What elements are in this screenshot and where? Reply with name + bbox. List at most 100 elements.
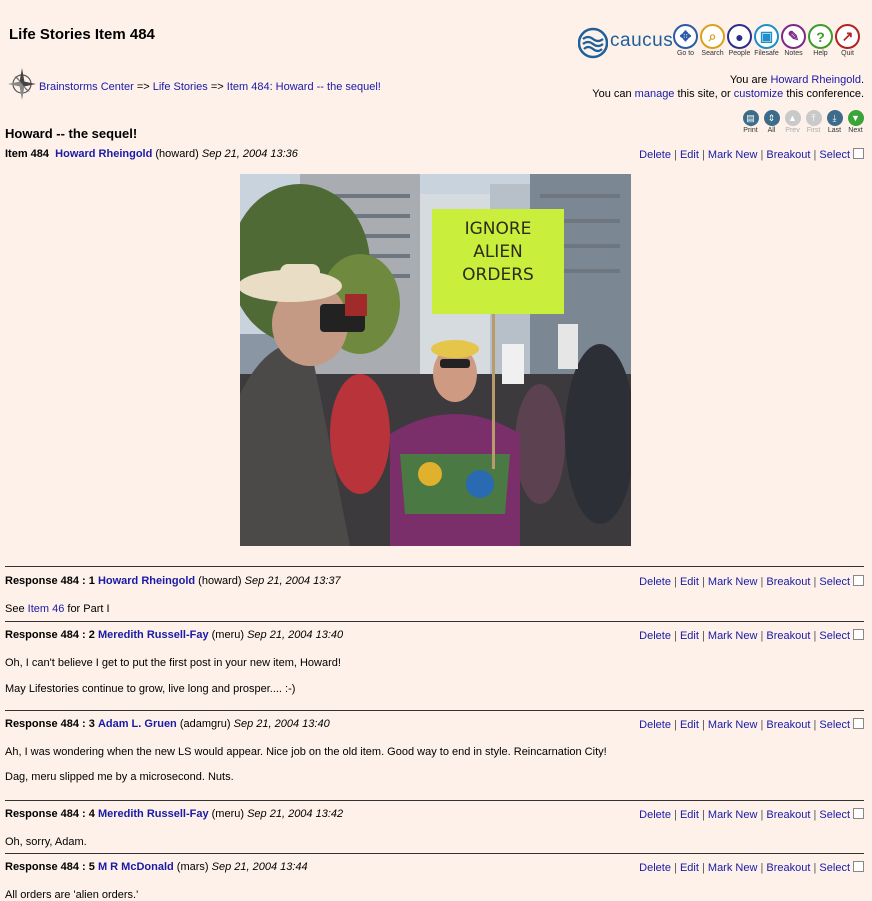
mark-new-link[interactable]: Mark New — [708, 149, 758, 161]
toolbar-search-button[interactable]: ⌕ Search — [699, 24, 726, 57]
edit-link[interactable]: Edit — [680, 576, 699, 588]
response-author-link[interactable]: Meredith Russell-Fay — [98, 629, 209, 641]
nav-last-button[interactable]: ⤓ Last — [824, 110, 845, 134]
user-name-link[interactable]: Howard Rheingold — [770, 74, 861, 86]
edit-link[interactable]: Edit — [680, 862, 699, 874]
mark-new-link[interactable]: Mark New — [708, 576, 758, 588]
select-checkbox[interactable] — [853, 718, 864, 729]
response-userid: (howard) — [198, 575, 242, 587]
breakout-link[interactable]: Breakout — [766, 630, 810, 642]
delete-link[interactable]: Delete — [639, 719, 671, 731]
delete-link[interactable]: Delete — [639, 576, 671, 588]
delete-link[interactable]: Delete — [639, 149, 671, 161]
nav-label: Print — [743, 127, 758, 134]
edit-link[interactable]: Edit — [680, 630, 699, 642]
toolbar-filesafe-button[interactable]: ▣ Filesafe — [753, 24, 780, 57]
delete-link[interactable]: Delete — [639, 809, 671, 821]
action-separator: | — [813, 576, 817, 588]
toolbar-notes-button[interactable]: ✎ Notes — [780, 24, 807, 57]
response-author-link[interactable]: Meredith Russell-Fay — [98, 808, 209, 820]
nav-next-button[interactable]: ▼ Next — [845, 110, 866, 134]
action-separator: | — [674, 719, 677, 731]
response-author-link[interactable]: Adam L. Gruen — [98, 718, 177, 730]
action-separator: | — [701, 630, 705, 642]
nav-print-button[interactable]: ▤ Print — [740, 110, 761, 134]
item-author-link[interactable]: Howard Rheingold — [55, 148, 152, 160]
first-icon: ⤒ — [805, 110, 822, 126]
response-text: Oh, sorry, Adam. — [5, 836, 87, 848]
action-separator: | — [674, 809, 677, 821]
breadcrumb-separator: => — [136, 81, 150, 93]
response-text: Dag, meru slipped me by a microsecond. N… — [5, 771, 234, 783]
response-label: Response 484 : 5 — [5, 861, 95, 873]
breakout-link[interactable]: Breakout — [766, 862, 810, 874]
response-header: Response 484 : 2 Meredith Russell-Fay (m… — [5, 629, 864, 643]
response-header: Response 484 : 1 Howard Rheingold (howar… — [5, 575, 864, 589]
response-text: May Lifestories continue to grow, live l… — [5, 683, 295, 695]
you-are-label: You are — [729, 74, 768, 86]
action-separator: | — [674, 862, 677, 874]
delete-link[interactable]: Delete — [639, 630, 671, 642]
action-separator: | — [701, 862, 705, 874]
action-separator: | — [701, 149, 705, 161]
toolbar-people-button[interactable]: ● People — [726, 24, 753, 57]
select-checkbox[interactable] — [853, 148, 864, 159]
mark-new-link[interactable]: Mark New — [708, 719, 758, 731]
user-info: You are Howard Rheingold. You can manage… — [592, 73, 864, 101]
toolbar-help-button[interactable]: ? Help — [807, 24, 834, 57]
response-actions: Delete | Edit | Mark New | Breakout | Se… — [639, 629, 864, 642]
breakout-link[interactable]: Breakout — [766, 719, 810, 731]
response-author-link[interactable]: M R McDonald — [98, 861, 174, 873]
toolbar-goto-button[interactable]: ✥ Go to — [672, 24, 699, 57]
breakout-link[interactable]: Breakout — [766, 576, 810, 588]
mark-new-link[interactable]: Mark New — [708, 809, 758, 821]
action-separator: | — [674, 630, 677, 642]
select-link[interactable]: Select — [819, 630, 850, 642]
delete-link[interactable]: Delete — [639, 862, 671, 874]
breadcrumb-life-stories[interactable]: Life Stories — [153, 81, 208, 93]
item-reference-link[interactable]: Item 46 — [28, 603, 65, 615]
edit-link[interactable]: Edit — [680, 719, 699, 731]
select-checkbox[interactable] — [853, 861, 864, 872]
response-actions: Delete | Edit | Mark New | Breakout | Se… — [639, 718, 864, 731]
response-divider — [5, 566, 864, 567]
breakout-link[interactable]: Breakout — [766, 149, 810, 161]
edit-link[interactable]: Edit — [680, 809, 699, 821]
response-divider — [5, 853, 864, 854]
nav-first-button: ⤒ First — [803, 110, 824, 134]
breadcrumb-brainstorms-center[interactable]: Brainstorms Center — [39, 81, 134, 93]
response-divider — [5, 710, 864, 711]
select-link[interactable]: Select — [819, 809, 850, 821]
sign-line-2: ALIEN — [473, 242, 523, 262]
select-checkbox[interactable] — [853, 575, 864, 586]
select-checkbox[interactable] — [853, 629, 864, 640]
select-link[interactable]: Select — [819, 149, 850, 161]
nav-all-button[interactable]: ⇕ All — [761, 110, 782, 134]
prev-icon: ▲ — [784, 110, 801, 126]
action-separator: | — [701, 719, 705, 731]
response-userid: (meru) — [211, 808, 245, 820]
breadcrumb-current-item[interactable]: Item 484: Howard -- the sequel! — [227, 81, 381, 93]
response-meta: Response 484 : 5 M R McDonald (mars) Sep… — [5, 861, 308, 873]
response-date: Sep 21, 2004 13:40 — [233, 718, 330, 730]
select-link[interactable]: Select — [819, 719, 850, 731]
select-checkbox[interactable] — [853, 808, 864, 819]
mark-new-link[interactable]: Mark New — [708, 862, 758, 874]
response-text-part: May Lifestories continue to grow, live l… — [5, 683, 296, 695]
sign-line-3: ORDERS — [462, 265, 534, 285]
customize-link[interactable]: customize — [734, 88, 784, 100]
toolbar: ✥ Go to ⌕ Search ● People ▣ Filesafe ✎ Notes? Help… — [672, 24, 861, 57]
toolbar-label: Search — [701, 50, 724, 57]
response-text: All orders are 'alien orders.' — [5, 889, 138, 901]
toolbar-quit-button[interactable]: ↗ Quit — [834, 24, 861, 57]
mark-new-link[interactable]: Mark New — [708, 630, 758, 642]
select-link[interactable]: Select — [819, 862, 850, 874]
breakout-link[interactable]: Breakout — [766, 809, 810, 821]
goto-icon: ✥ — [673, 24, 698, 49]
edit-link[interactable]: Edit — [680, 149, 699, 161]
action-separator: | — [813, 862, 817, 874]
manage-link[interactable]: manage — [635, 88, 675, 100]
select-link[interactable]: Select — [819, 576, 850, 588]
response-text: See Item 46 for Part I — [5, 603, 110, 615]
response-author-link[interactable]: Howard Rheingold — [98, 575, 195, 587]
